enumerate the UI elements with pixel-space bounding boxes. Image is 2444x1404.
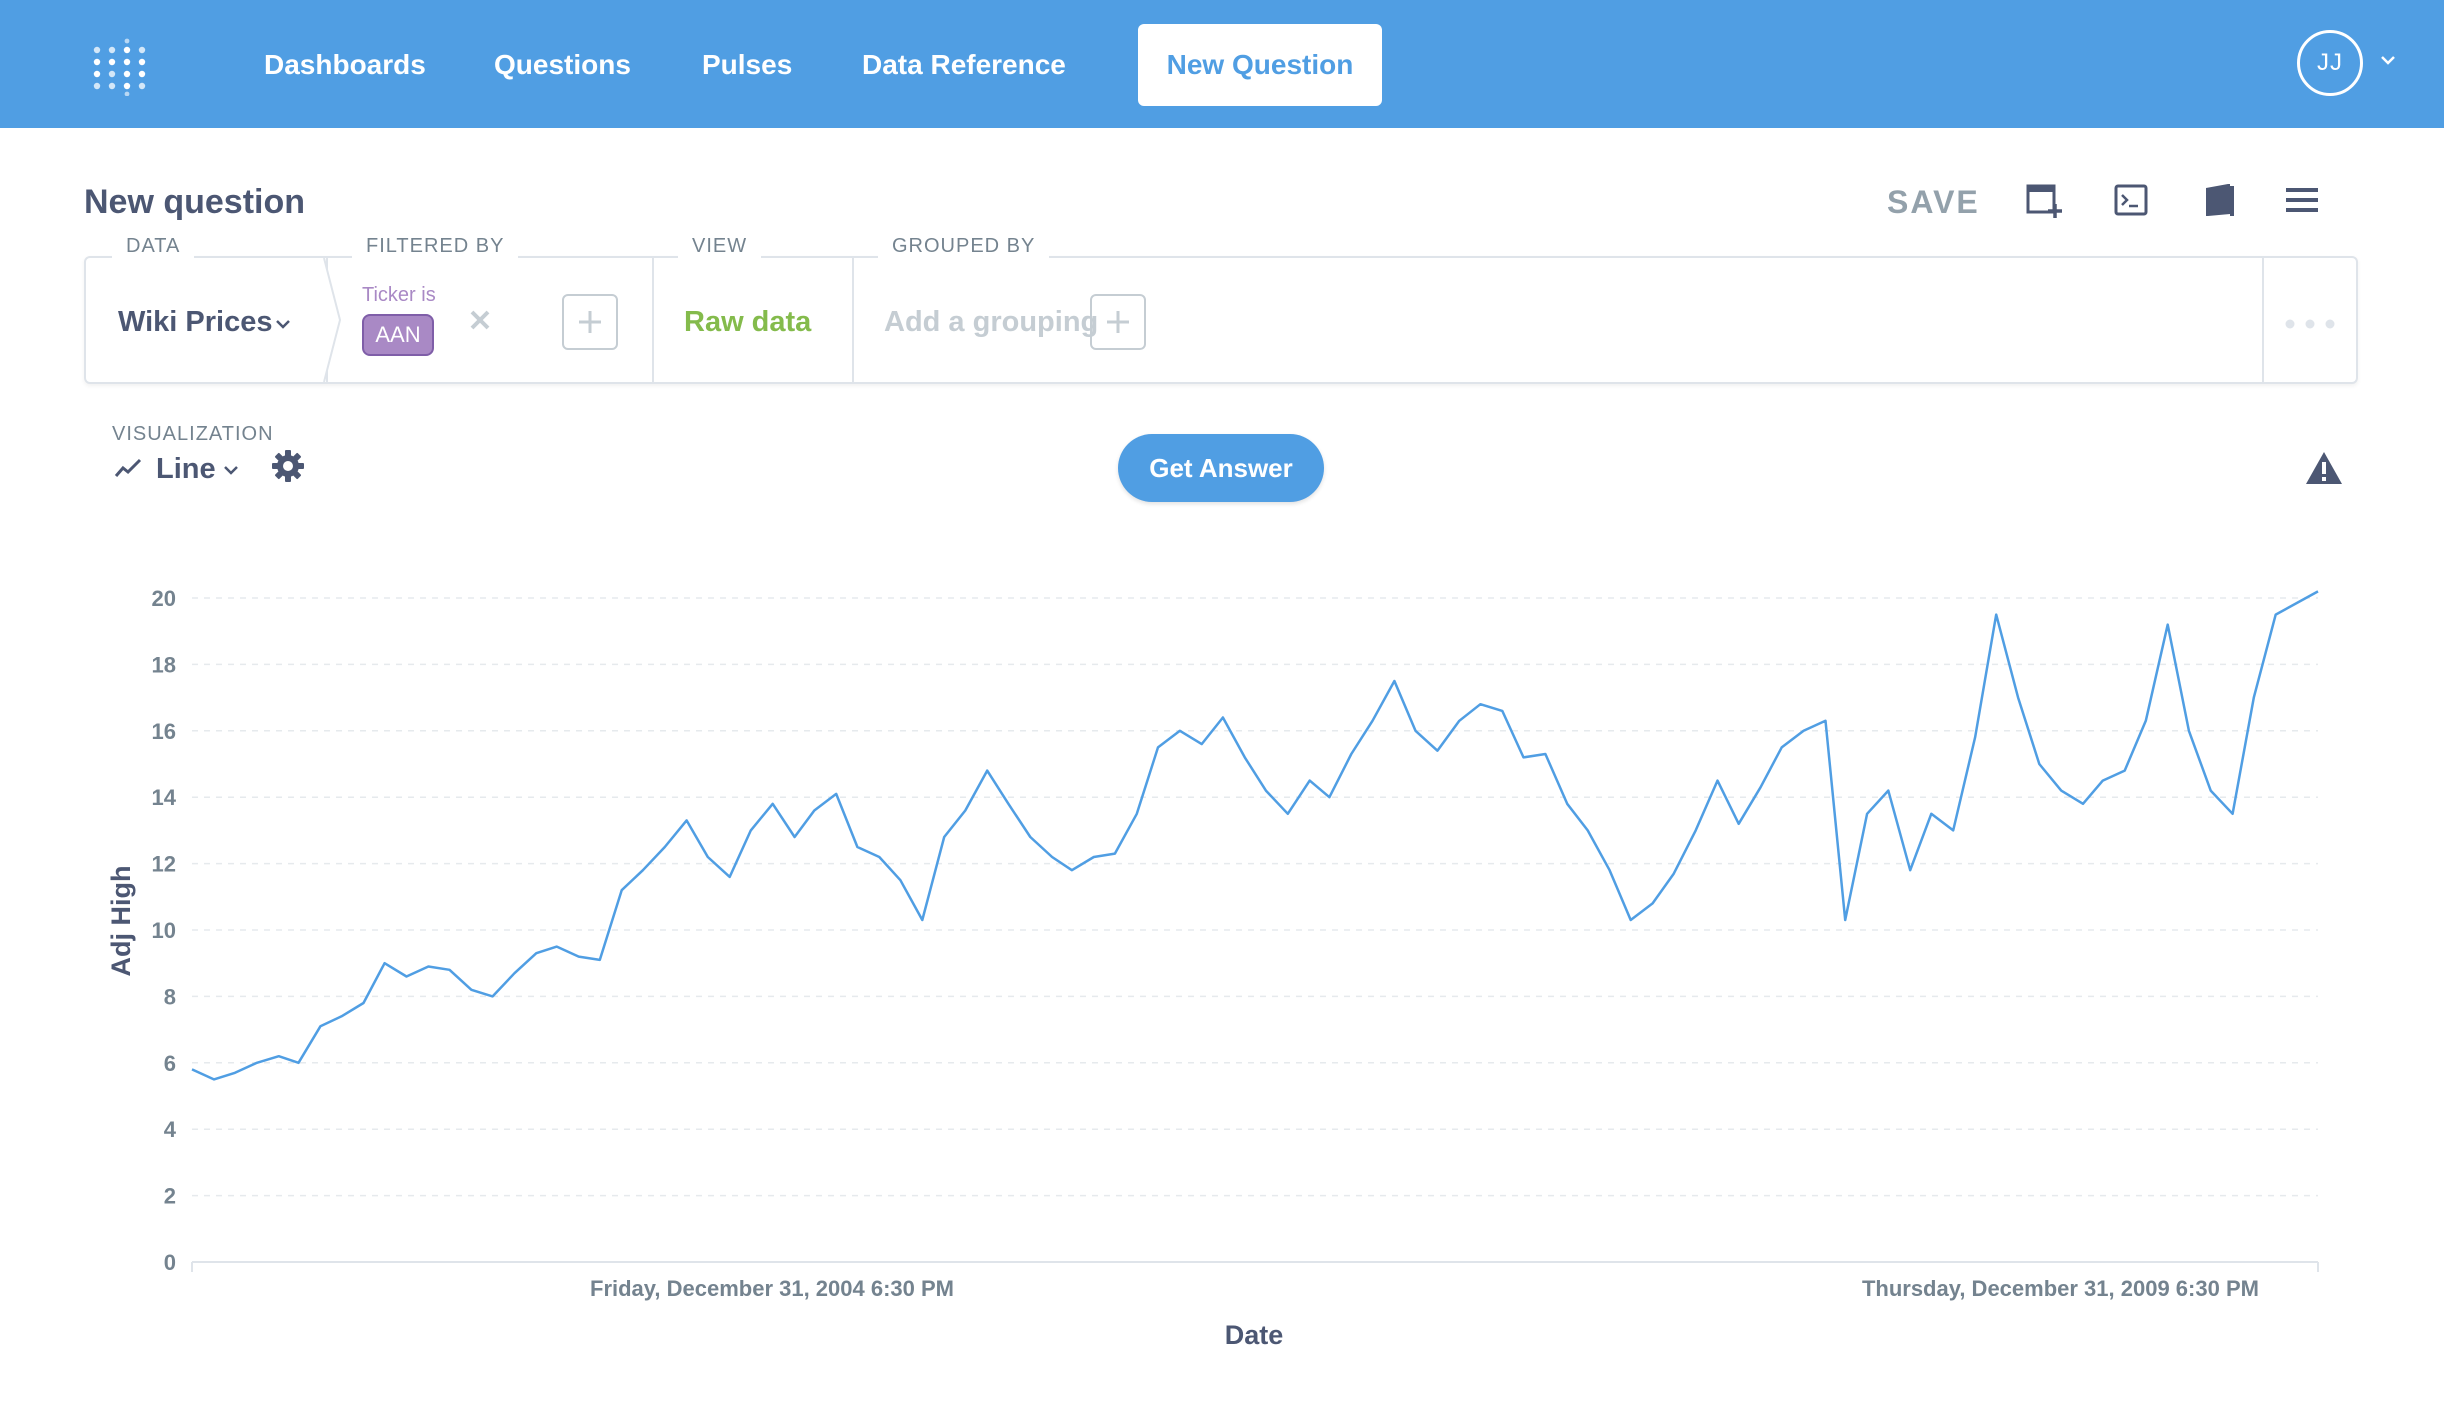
- group-section-label: GROUPED BY: [878, 232, 1050, 260]
- y-axis-title: Adj High: [106, 866, 136, 977]
- y-tick-label: 8: [164, 984, 176, 1009]
- new-question-button[interactable]: New Question: [1138, 24, 1382, 106]
- filter-section-label: FILTERED BY: [352, 232, 519, 260]
- line-chart: 0 2 4 6 8 10 12 14 16 18 20 Friday, December 31, 2…: [106, 586, 2319, 1350]
- y-tick-label: 6: [164, 1051, 176, 1076]
- chart-axes: [191, 1261, 2319, 1272]
- x-axis-title: Date: [1225, 1320, 1284, 1350]
- warning-icon[interactable]: [2304, 450, 2344, 486]
- user-avatar[interactable]: JJ: [2297, 30, 2363, 96]
- section-arrow: [323, 258, 342, 382]
- data-section-label: DATA: [112, 232, 195, 260]
- y-tick-label: 10: [152, 918, 176, 943]
- save-button[interactable]: SAVE: [1887, 182, 1980, 222]
- filter-caption[interactable]: Ticker is: [362, 282, 436, 308]
- add-to-dashboard-icon[interactable]: [2024, 180, 2064, 220]
- chart-gridlines: [192, 597, 2318, 1197]
- sql-editor-icon[interactable]: [2112, 180, 2152, 220]
- page-title: New question: [84, 183, 306, 221]
- top-navigation: Dashboards Questions Pulses Data Referen…: [0, 0, 2444, 128]
- data-source-selector[interactable]: Wiki Prices: [118, 303, 273, 341]
- chevron-down-icon[interactable]: [274, 315, 292, 333]
- visualization-label: VISUALIZATION: [112, 423, 274, 445]
- y-tick-label: 12: [152, 852, 176, 877]
- add-grouping-placeholder[interactable]: Add a grouping: [884, 303, 1098, 341]
- nav-questions[interactable]: Questions: [494, 46, 631, 84]
- add-grouping-button[interactable]: [1090, 294, 1146, 350]
- close-icon[interactable]: [466, 306, 494, 334]
- plus-icon: [1107, 311, 1129, 333]
- more-options-icon[interactable]: [2280, 312, 2340, 336]
- visualization-type-selector[interactable]: Line: [156, 450, 216, 488]
- chevron-down-icon[interactable]: [2378, 50, 2398, 70]
- nav-data-reference[interactable]: Data Reference: [862, 46, 1066, 84]
- y-tick-label: 14: [152, 785, 177, 810]
- menu-icon[interactable]: [2282, 180, 2322, 220]
- chevron-down-icon[interactable]: [222, 461, 240, 479]
- metabase-logo-icon[interactable]: [92, 38, 152, 96]
- x-tick-label: Thursday, December 31, 2009 6:30 PM: [1862, 1276, 2259, 1301]
- y-axis-ticks: 0 2 4 6 8 10 12 14 16 18 20: [152, 586, 177, 1275]
- x-tick-label: Friday, December 31, 2004 6:30 PM: [590, 1276, 954, 1301]
- data-reference-icon[interactable]: [2200, 180, 2240, 220]
- gear-icon[interactable]: [270, 448, 306, 484]
- nav-pulses[interactable]: Pulses: [702, 46, 792, 84]
- x-axis-ticks: Friday, December 31, 2004 6:30 PM Thursda…: [590, 1276, 2259, 1301]
- y-tick-label: 20: [152, 586, 176, 611]
- line-chart-icon[interactable]: [114, 456, 142, 480]
- get-answer-button[interactable]: Get Answer: [1118, 434, 1324, 502]
- y-tick-label: 2: [164, 1184, 176, 1209]
- add-filter-button[interactable]: [562, 294, 618, 350]
- nav-dashboards[interactable]: Dashboards: [264, 46, 426, 84]
- series-line[interactable]: [191, 590, 2319, 1081]
- y-tick-label: 18: [152, 652, 176, 677]
- y-tick-label: 0: [164, 1250, 176, 1275]
- y-tick-label: 16: [152, 719, 176, 744]
- view-selector[interactable]: Raw data: [684, 303, 811, 341]
- view-section-label: VIEW: [678, 232, 762, 260]
- y-tick-label: 4: [164, 1117, 177, 1142]
- plus-icon: [579, 311, 601, 333]
- filter-value-pill[interactable]: AAN: [362, 314, 434, 356]
